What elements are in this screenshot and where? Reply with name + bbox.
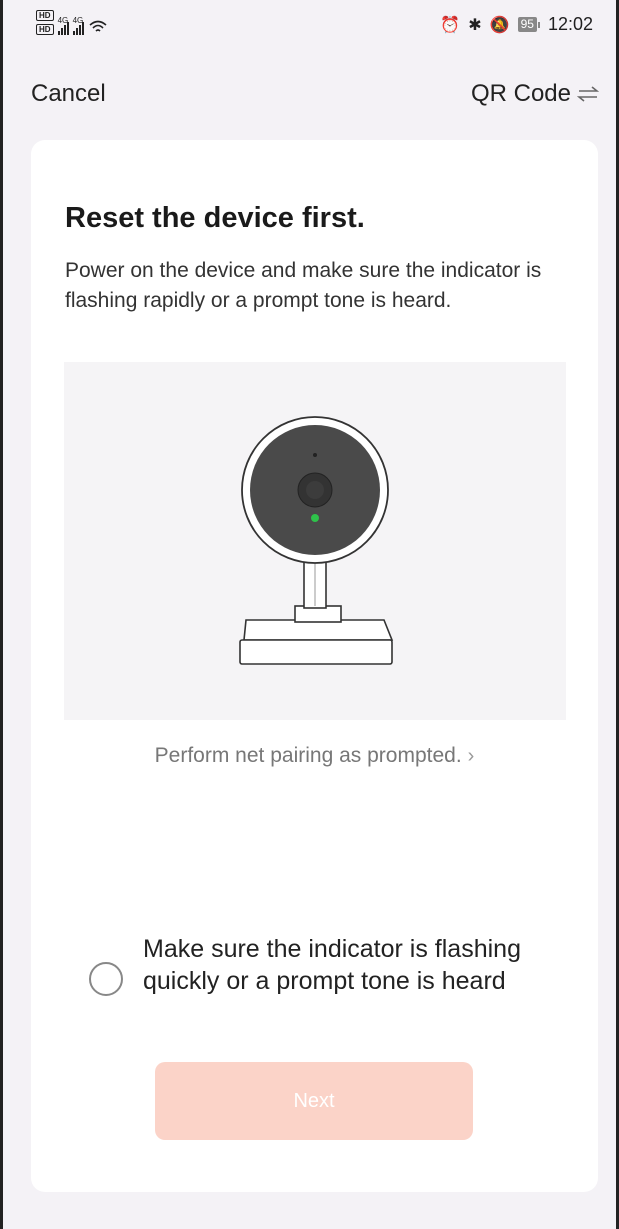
reset-card: Reset the device first. Power on the dev… bbox=[31, 140, 598, 1192]
alarm-icon: ⏰ bbox=[440, 16, 461, 34]
hd-badges: HD HD bbox=[36, 10, 54, 35]
screen-edge-left bbox=[0, 0, 3, 1229]
qr-code-label: QR Code bbox=[470, 80, 571, 107]
camera-device-icon bbox=[239, 416, 394, 665]
cell-signal-icon: 4G bbox=[72, 16, 84, 35]
status-bar: HD HD 4G 4G ⏰ ✱ 🔕 95 12:02 bbox=[0, 0, 619, 48]
battery-icon: 95 bbox=[517, 17, 540, 32]
qr-code-button[interactable]: QR Code bbox=[471, 80, 599, 108]
wifi-icon bbox=[89, 20, 107, 32]
status-time: 12:02 bbox=[547, 14, 593, 34]
bluetooth-icon: ✱ bbox=[468, 16, 482, 34]
phone-screen: HD HD 4G 4G ⏰ ✱ 🔕 95 12:02 Cancel QR Cod… bbox=[0, 0, 619, 1229]
chevron-right-icon: › bbox=[467, 745, 475, 767]
camera-illustration bbox=[64, 362, 566, 720]
next-button[interactable]: Next bbox=[155, 1062, 473, 1140]
net-pairing-link[interactable]: Perform net pairing as prompted. › bbox=[31, 744, 598, 768]
cell-signal-icon: 4G bbox=[57, 16, 69, 35]
status-left: HD HD 4G 4G bbox=[36, 10, 108, 35]
net-pairing-label: Perform net pairing as prompted. bbox=[154, 744, 462, 767]
cancel-button[interactable]: Cancel bbox=[31, 80, 106, 108]
mute-icon: 🔕 bbox=[489, 16, 510, 34]
hd-badge-icon: HD bbox=[36, 10, 54, 21]
status-right: ⏰ ✱ 🔕 95 12:02 bbox=[440, 14, 593, 35]
confirm-indicator-label[interactable]: Make sure the indicator is flashing quic… bbox=[143, 933, 563, 997]
hd-badge-icon: HD bbox=[36, 24, 54, 35]
reset-description: Power on the device and make sure the in… bbox=[65, 259, 542, 312]
page-title: Reset the device first. bbox=[65, 202, 365, 234]
indicator-led-icon bbox=[311, 514, 319, 522]
confirm-indicator-radio[interactable] bbox=[89, 962, 123, 996]
swap-icon bbox=[577, 86, 599, 102]
